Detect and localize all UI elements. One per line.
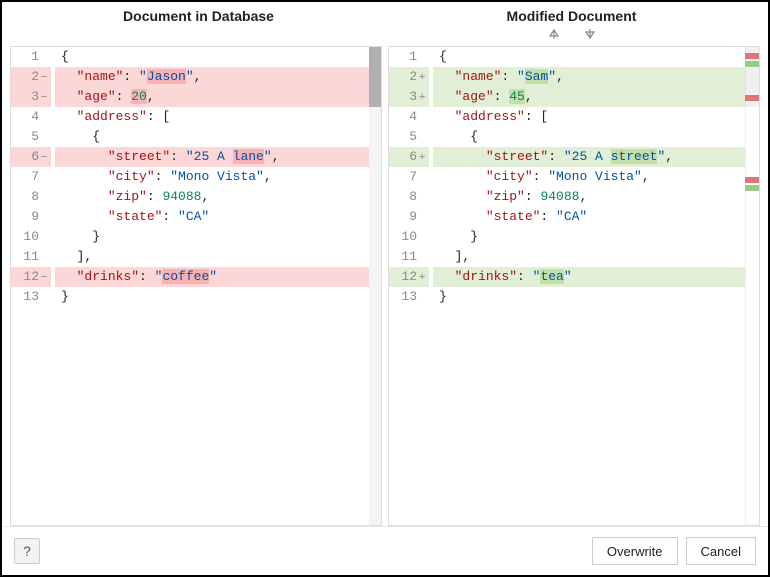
code-line: "zip": 94088, [55, 187, 381, 207]
gutter-line: 12+ [389, 267, 429, 287]
code-line: "age": 45, [433, 87, 759, 107]
left-scrollbar[interactable] [369, 47, 381, 525]
code-line: } [433, 287, 759, 307]
code-line: "address": [ [55, 107, 381, 127]
gutter-line: 3+ [389, 87, 429, 107]
gutter-line: 7 [389, 167, 429, 187]
code-line: { [55, 47, 381, 67]
gutter-line: 2+ [389, 67, 429, 87]
gutter-line: 10 [389, 227, 429, 247]
code-line: "street": "25 A lane", [55, 147, 381, 167]
gutter-line: 13 [11, 287, 51, 307]
diff-editor-container: 1 2−3−4 5 6−7 8 9 10 11 12−13 { "name": … [2, 46, 768, 526]
gutter-line: 8 [389, 187, 429, 207]
gutter-line: 1 [389, 47, 429, 67]
code-line: "address": [ [433, 107, 759, 127]
code-line: "city": "Mono Vista", [433, 167, 759, 187]
right-minimap[interactable] [745, 47, 759, 525]
gutter-line: 10 [11, 227, 51, 247]
cancel-button[interactable]: Cancel [686, 537, 756, 565]
code-line: } [55, 227, 381, 247]
gutter-line: 9 [11, 207, 51, 227]
footer: ? Overwrite Cancel [2, 526, 768, 575]
left-gutter: 1 2−3−4 5 6−7 8 9 10 11 12−13 [11, 47, 55, 525]
help-icon: ? [23, 543, 31, 559]
code-line: "drinks": "tea" [433, 267, 759, 287]
code-line: "age": 20, [55, 87, 381, 107]
overwrite-button[interactable]: Overwrite [592, 537, 678, 565]
gutter-line: 1 [11, 47, 51, 67]
diff-nav-row [2, 26, 768, 46]
code-line: ], [433, 247, 759, 267]
help-button[interactable]: ? [14, 538, 40, 564]
code-line: } [433, 227, 759, 247]
left-editor[interactable]: 1 2−3−4 5 6−7 8 9 10 11 12−13 { "name": … [10, 46, 382, 526]
minimap-marker [745, 61, 759, 67]
gutter-line: 8 [11, 187, 51, 207]
code-line: "name": "Sam", [433, 67, 759, 87]
gutter-line: 6+ [389, 147, 429, 167]
gutter-line: 6− [11, 147, 51, 167]
gutter-line: 12− [11, 267, 51, 287]
code-line: "city": "Mono Vista", [55, 167, 381, 187]
left-scroll-thumb[interactable] [369, 47, 381, 107]
code-line: "state": "CA" [433, 207, 759, 227]
right-code: { "name": "Sam", "age": 45, "address": [… [433, 47, 759, 525]
code-line: "name": "Jason", [55, 67, 381, 87]
header-row: Document in Database Modified Document [2, 2, 768, 26]
left-code: { "name": "Jason", "age": 20, "address":… [55, 47, 381, 525]
minimap-marker [745, 95, 759, 101]
gutter-line: 9 [389, 207, 429, 227]
code-line: { [433, 47, 759, 67]
code-line: "street": "25 A street", [433, 147, 759, 167]
left-pane-title: Document in Database [12, 8, 385, 24]
gutter-line: 5 [389, 127, 429, 147]
minimap-marker [745, 53, 759, 59]
code-line: "zip": 94088, [433, 187, 759, 207]
arrow-up-icon[interactable] [546, 26, 562, 42]
code-line: { [433, 127, 759, 147]
gutter-line: 4 [11, 107, 51, 127]
code-line: } [55, 287, 381, 307]
right-pane-title: Modified Document [385, 8, 758, 24]
minimap-marker [745, 177, 759, 183]
right-gutter: 1 2+3+4 5 6+7 8 9 10 11 12+13 [389, 47, 433, 525]
gutter-line: 11 [389, 247, 429, 267]
code-line: ], [55, 247, 381, 267]
right-editor[interactable]: 1 2+3+4 5 6+7 8 9 10 11 12+13 { "name": … [388, 46, 760, 526]
gutter-line: 13 [389, 287, 429, 307]
gutter-line: 5 [11, 127, 51, 147]
gutter-line: 3− [11, 87, 51, 107]
code-line: "drinks": "coffee" [55, 267, 381, 287]
arrow-down-icon[interactable] [582, 26, 598, 42]
gutter-line: 7 [11, 167, 51, 187]
gutter-line: 4 [389, 107, 429, 127]
code-line: { [55, 127, 381, 147]
minimap-marker [745, 185, 759, 191]
gutter-line: 11 [11, 247, 51, 267]
code-line: "state": "CA" [55, 207, 381, 227]
gutter-line: 2− [11, 67, 51, 87]
